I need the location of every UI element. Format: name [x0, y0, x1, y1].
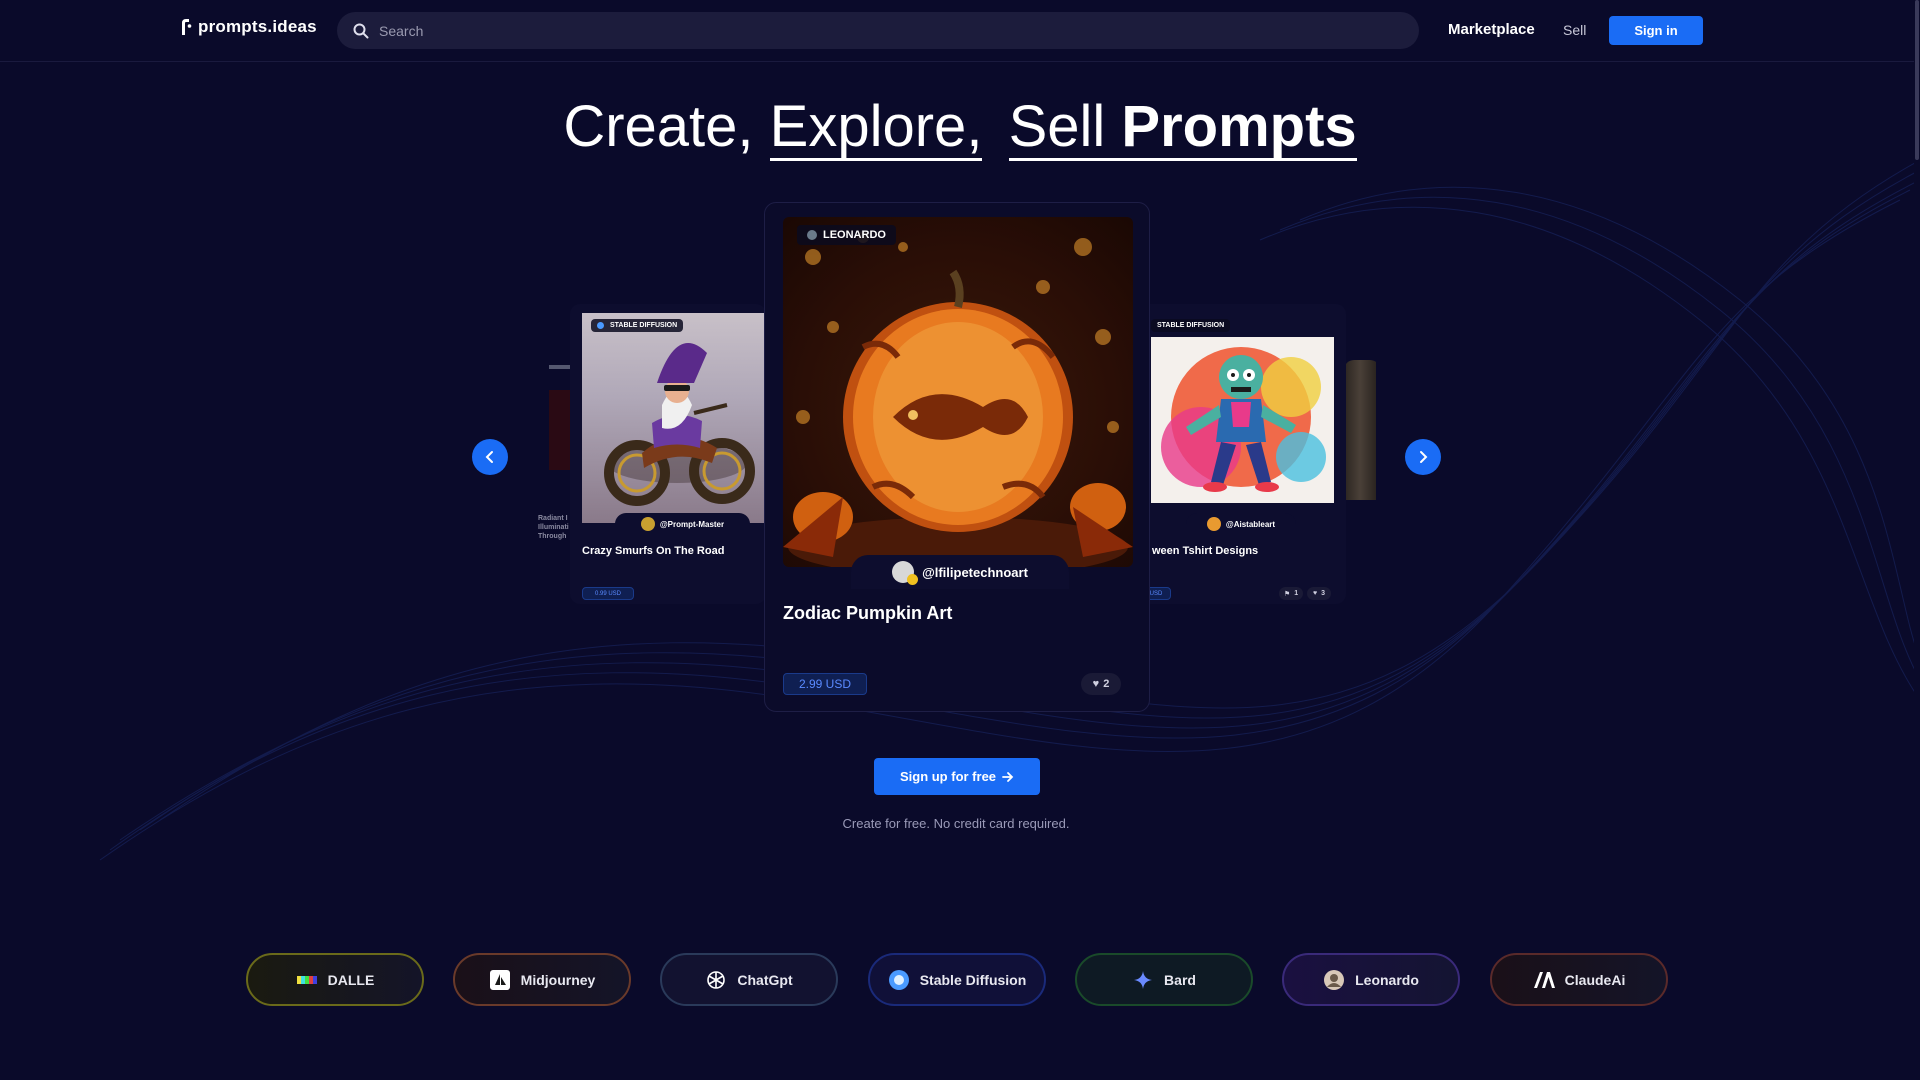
card-title: Zodiac Pumpkin Art: [783, 603, 953, 623]
model-pill-midjourney[interactable]: Midjourney: [453, 953, 631, 1006]
zombie-illustration: [1161, 347, 1326, 492]
model-pill-stable-diffusion[interactable]: Stable Diffusion: [868, 953, 1046, 1006]
price-pill: 0.99 USD: [582, 587, 634, 600]
model-label: ChatGpt: [737, 971, 793, 988]
author-avatar: [892, 561, 919, 585]
carousel-next-button[interactable]: [1405, 439, 1441, 475]
model-label: ClaudeAi: [1564, 971, 1626, 988]
scrollbar-thumb[interactable]: [1915, 0, 1919, 160]
views-pill: ⚑ 1: [1279, 587, 1303, 600]
engine-tag: STABLE DIFFUSION: [591, 319, 684, 332]
prompt-card-left[interactable]: STABLE DIFFUSION @Prompt-Master Crazy Sm…: [570, 304, 766, 604]
chevron-right-icon: [1420, 451, 1428, 463]
leonardo-icon: [807, 230, 817, 240]
eye-icon: ⚑: [1283, 590, 1291, 598]
author-pill[interactable]: @lfilipetechnoart: [851, 555, 1069, 589]
anthropic-icon: [1533, 969, 1555, 991]
card-thumbnail: [1344, 360, 1376, 500]
verified-badge-icon: [907, 574, 919, 585]
engine-tag: STABLE DIFFUSION: [1151, 319, 1231, 332]
hero-word-sell-prompts: Sell Prompts: [1008, 94, 1357, 161]
carousel-prev-button[interactable]: [472, 439, 508, 475]
model-label: Stable Diffusion: [919, 971, 1027, 988]
gnome-biker-illustration: [604, 343, 755, 506]
card-thumbnail: [582, 313, 765, 523]
card-title: Crazy Smurfs On The Road: [582, 545, 725, 557]
sign-up-label: Sign up for free: [899, 769, 997, 784]
leonardo-icon: [1323, 969, 1345, 991]
price-pill: 2.99 USD: [783, 673, 867, 695]
likes-pill[interactable]: ♥ 2: [1081, 673, 1121, 695]
nav-sell-link[interactable]: Sell: [1563, 22, 1586, 38]
openai-icon: [705, 969, 727, 991]
nav-marketplace-link[interactable]: Marketplace: [1448, 21, 1535, 38]
author-pill[interactable]: @Aistableart: [1186, 513, 1296, 535]
hero-word-prompts: Prompts: [1121, 94, 1357, 159]
card-thumbnail: [1151, 337, 1334, 503]
card-title: Radiant I Illuminati Through: [538, 515, 569, 540]
midjourney-icon: [489, 969, 511, 991]
logo[interactable]: prompts.ideas: [180, 17, 317, 37]
logo-text: prompts.ideas: [198, 17, 317, 36]
stable-diffusion-icon: [888, 969, 910, 991]
arrow-right-icon: [1002, 771, 1014, 782]
model-pill-bard[interactable]: Bard: [1075, 953, 1253, 1006]
engine-tag: LEONARDO: [797, 225, 896, 245]
hero-word-sell: Sell: [1008, 94, 1106, 159]
author-avatar: [640, 517, 655, 531]
likes-pill: ♥ 3: [1307, 587, 1331, 600]
hero-word-explore: Explore,: [769, 94, 983, 161]
model-label: DALLE: [327, 971, 375, 988]
cta-note: Create for free. No credit card required…: [842, 816, 1070, 831]
model-label: Bard: [1164, 971, 1196, 988]
author-pill[interactable]: @Prompt-Master: [615, 513, 750, 535]
prompt-card-far-right[interactable]: [1344, 360, 1380, 560]
search-input[interactable]: [379, 22, 1379, 39]
top-navbar: prompts.ideas Marketplace Sell Sign in: [0, 0, 1920, 62]
carved-pumpkin-illustration: [783, 231, 1133, 567]
stable-diffusion-icon: [597, 322, 604, 329]
prompt-card-featured[interactable]: LEONARDO @lfilipetechnoart Zodiac Pumpki…: [764, 202, 1150, 712]
search-bar[interactable]: [337, 12, 1419, 49]
author-avatar: [1206, 517, 1221, 531]
sign-in-button[interactable]: Sign in: [1609, 16, 1703, 45]
chevron-left-icon: [485, 451, 493, 463]
hero-word-create: Create,: [563, 94, 754, 159]
hero-title: Create, Explore, Sell Prompts: [0, 92, 1920, 162]
heart-icon: ♥: [1312, 590, 1318, 597]
card-thumbnail: [783, 217, 1133, 567]
heart-icon: ♥: [1092, 678, 1100, 690]
page-scrollbar[interactable]: [1914, 0, 1920, 1080]
model-pill-chatgpt[interactable]: ChatGpt: [660, 953, 838, 1006]
model-pill-claudeai[interactable]: ClaudeAi: [1490, 953, 1668, 1006]
model-pill-leonardo[interactable]: Leonardo: [1282, 953, 1460, 1006]
bard-sparkle-icon: [1132, 969, 1154, 991]
model-label: Leonardo: [1355, 971, 1419, 988]
prompt-card-right[interactable]: STABLE DIFFUSION @Aistableart ween Tshir…: [1140, 304, 1346, 604]
logo-mark-icon: [182, 19, 192, 35]
search-icon: [353, 23, 369, 38]
model-label: Midjourney: [520, 971, 596, 988]
card-title: ween Tshirt Designs: [1152, 545, 1259, 557]
sign-up-free-button[interactable]: Sign up for free: [874, 758, 1040, 795]
dalle-icon: [296, 969, 318, 991]
model-pill-dalle[interactable]: DALLE: [246, 953, 424, 1006]
